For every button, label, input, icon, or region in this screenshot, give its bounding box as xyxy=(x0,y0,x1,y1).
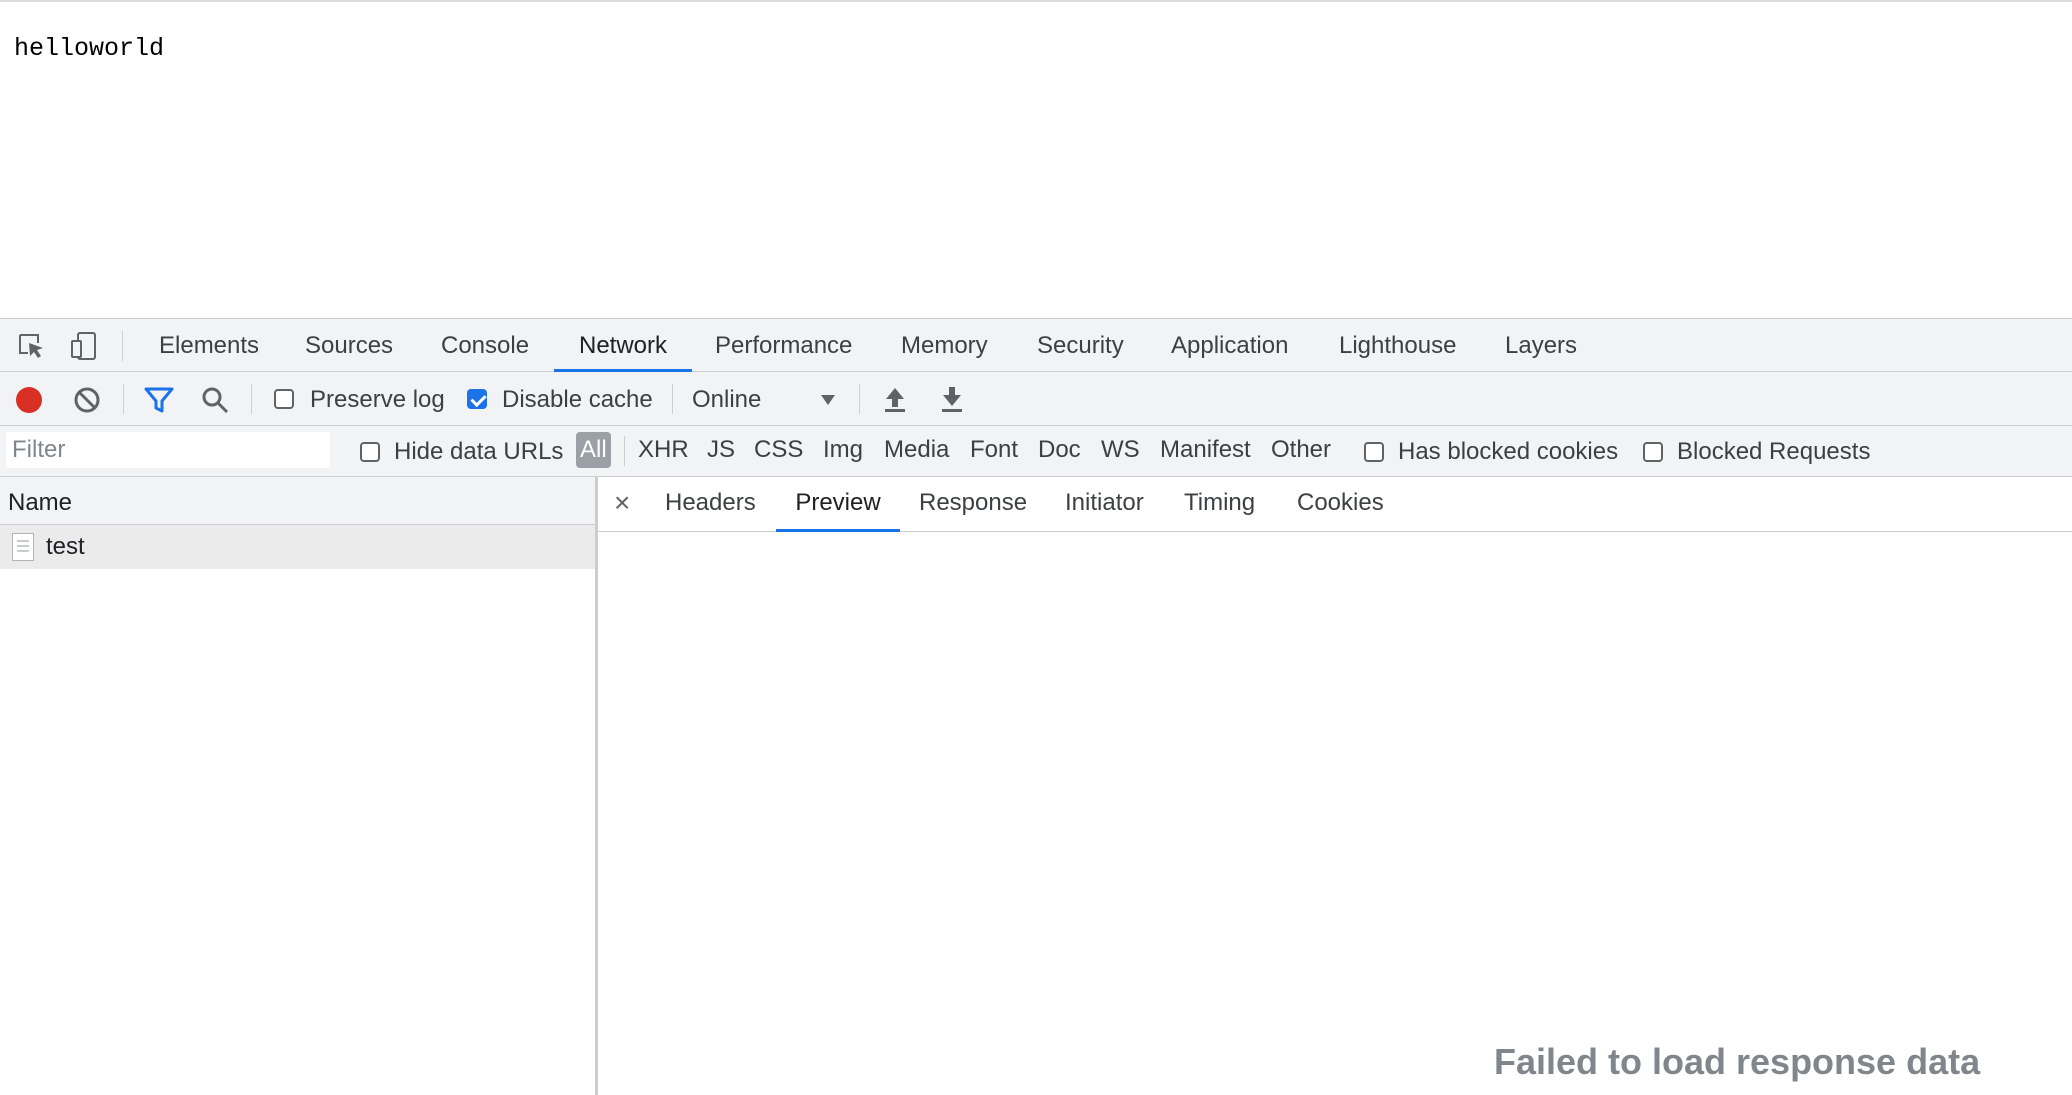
type-filter-xhr[interactable]: XHR xyxy=(638,432,689,468)
tab-memory[interactable]: Memory xyxy=(901,319,988,372)
clear-icon[interactable] xyxy=(72,385,102,415)
tab-initiator[interactable]: Initiator xyxy=(1065,477,1144,532)
tab-security[interactable]: Security xyxy=(1037,319,1124,372)
tab-layers[interactable]: Layers xyxy=(1505,319,1577,372)
file-icon xyxy=(12,533,34,561)
toolbar-divider xyxy=(251,384,252,414)
disable-cache-checkbox[interactable] xyxy=(467,389,487,409)
record-icon[interactable] xyxy=(14,385,44,415)
type-filter-ws[interactable]: WS xyxy=(1101,432,1140,468)
device-toolbar-icon[interactable] xyxy=(69,331,99,361)
type-filter-img[interactable]: Img xyxy=(823,432,863,468)
tab-performance[interactable]: Performance xyxy=(715,319,852,372)
hide-data-urls-label[interactable]: Hide data URLs xyxy=(394,438,563,466)
tab-cookies[interactable]: Cookies xyxy=(1297,477,1384,532)
toolbar-divider xyxy=(123,384,124,414)
request-row[interactable]: test xyxy=(0,525,595,569)
dropdown-arrow-icon xyxy=(821,395,835,405)
toolbar-divider xyxy=(859,384,860,414)
page-content-text: helloworld xyxy=(14,34,165,63)
toolbar-divider xyxy=(122,331,123,361)
tab-lighthouse[interactable]: Lighthouse xyxy=(1339,319,1456,372)
toolbar-divider xyxy=(624,436,625,466)
toolbar-divider xyxy=(672,384,673,414)
type-filter-css[interactable]: CSS xyxy=(754,432,803,468)
tab-timing[interactable]: Timing xyxy=(1184,477,1255,532)
type-filter-font[interactable]: Font xyxy=(970,432,1018,468)
failed-to-load-message: Failed to load response data xyxy=(1494,1041,1981,1082)
import-har-icon[interactable] xyxy=(882,385,908,413)
network-toolbar: Preserve log Disable cache Online xyxy=(0,372,2072,426)
request-detail-pane: × Headers Preview Response Initiator Tim… xyxy=(598,477,2072,1095)
type-filter-js[interactable]: JS xyxy=(707,432,735,468)
inspect-element-icon[interactable] xyxy=(16,331,46,361)
name-column-label: Name xyxy=(8,489,73,516)
blocked-requests-checkbox[interactable] xyxy=(1643,442,1663,462)
has-blocked-cookies-label[interactable]: Has blocked cookies xyxy=(1398,438,1618,466)
request-name: test xyxy=(46,533,85,560)
export-har-icon[interactable] xyxy=(939,385,965,413)
tab-elements[interactable]: Elements xyxy=(159,319,259,372)
tab-preview[interactable]: Preview xyxy=(776,477,900,532)
close-icon[interactable]: × xyxy=(614,487,630,519)
tab-sources[interactable]: Sources xyxy=(305,319,393,372)
disable-cache-label[interactable]: Disable cache xyxy=(502,386,653,414)
filter-bar: Hide data URLs All XHR JS CSS Img Media … xyxy=(0,426,2072,477)
type-filter-manifest[interactable]: Manifest xyxy=(1160,432,1251,468)
hide-data-urls-checkbox[interactable] xyxy=(360,442,380,462)
type-filter-media[interactable]: Media xyxy=(884,432,949,468)
tab-network[interactable]: Network xyxy=(554,319,692,372)
search-icon[interactable] xyxy=(200,385,230,415)
page-viewport: helloworld xyxy=(0,0,2072,318)
tab-response[interactable]: Response xyxy=(919,477,1027,532)
type-filter-other[interactable]: Other xyxy=(1271,432,1331,468)
devtools-tab-bar: Elements Sources Console Network Perform… xyxy=(0,319,2072,372)
tab-headers[interactable]: Headers xyxy=(665,477,756,532)
filter-icon[interactable] xyxy=(144,385,174,415)
request-list: Name test xyxy=(0,477,598,1095)
tab-application[interactable]: Application xyxy=(1171,319,1288,372)
name-column-header[interactable]: Name xyxy=(0,477,595,525)
blocked-requests-label[interactable]: Blocked Requests xyxy=(1677,438,1870,466)
preserve-log-checkbox[interactable] xyxy=(274,389,294,409)
devtools-panel: Elements Sources Console Network Perform… xyxy=(0,318,2072,1095)
has-blocked-cookies-checkbox[interactable] xyxy=(1364,442,1384,462)
type-filter-doc[interactable]: Doc xyxy=(1038,432,1081,468)
throttling-value: Online xyxy=(692,386,762,413)
preserve-log-label[interactable]: Preserve log xyxy=(310,386,445,414)
type-filter-all[interactable]: All xyxy=(576,432,611,468)
tab-console[interactable]: Console xyxy=(441,319,529,372)
detail-tab-bar: × Headers Preview Response Initiator Tim… xyxy=(598,477,2072,532)
filter-input[interactable] xyxy=(6,432,330,468)
throttling-select[interactable]: Online xyxy=(692,382,842,418)
